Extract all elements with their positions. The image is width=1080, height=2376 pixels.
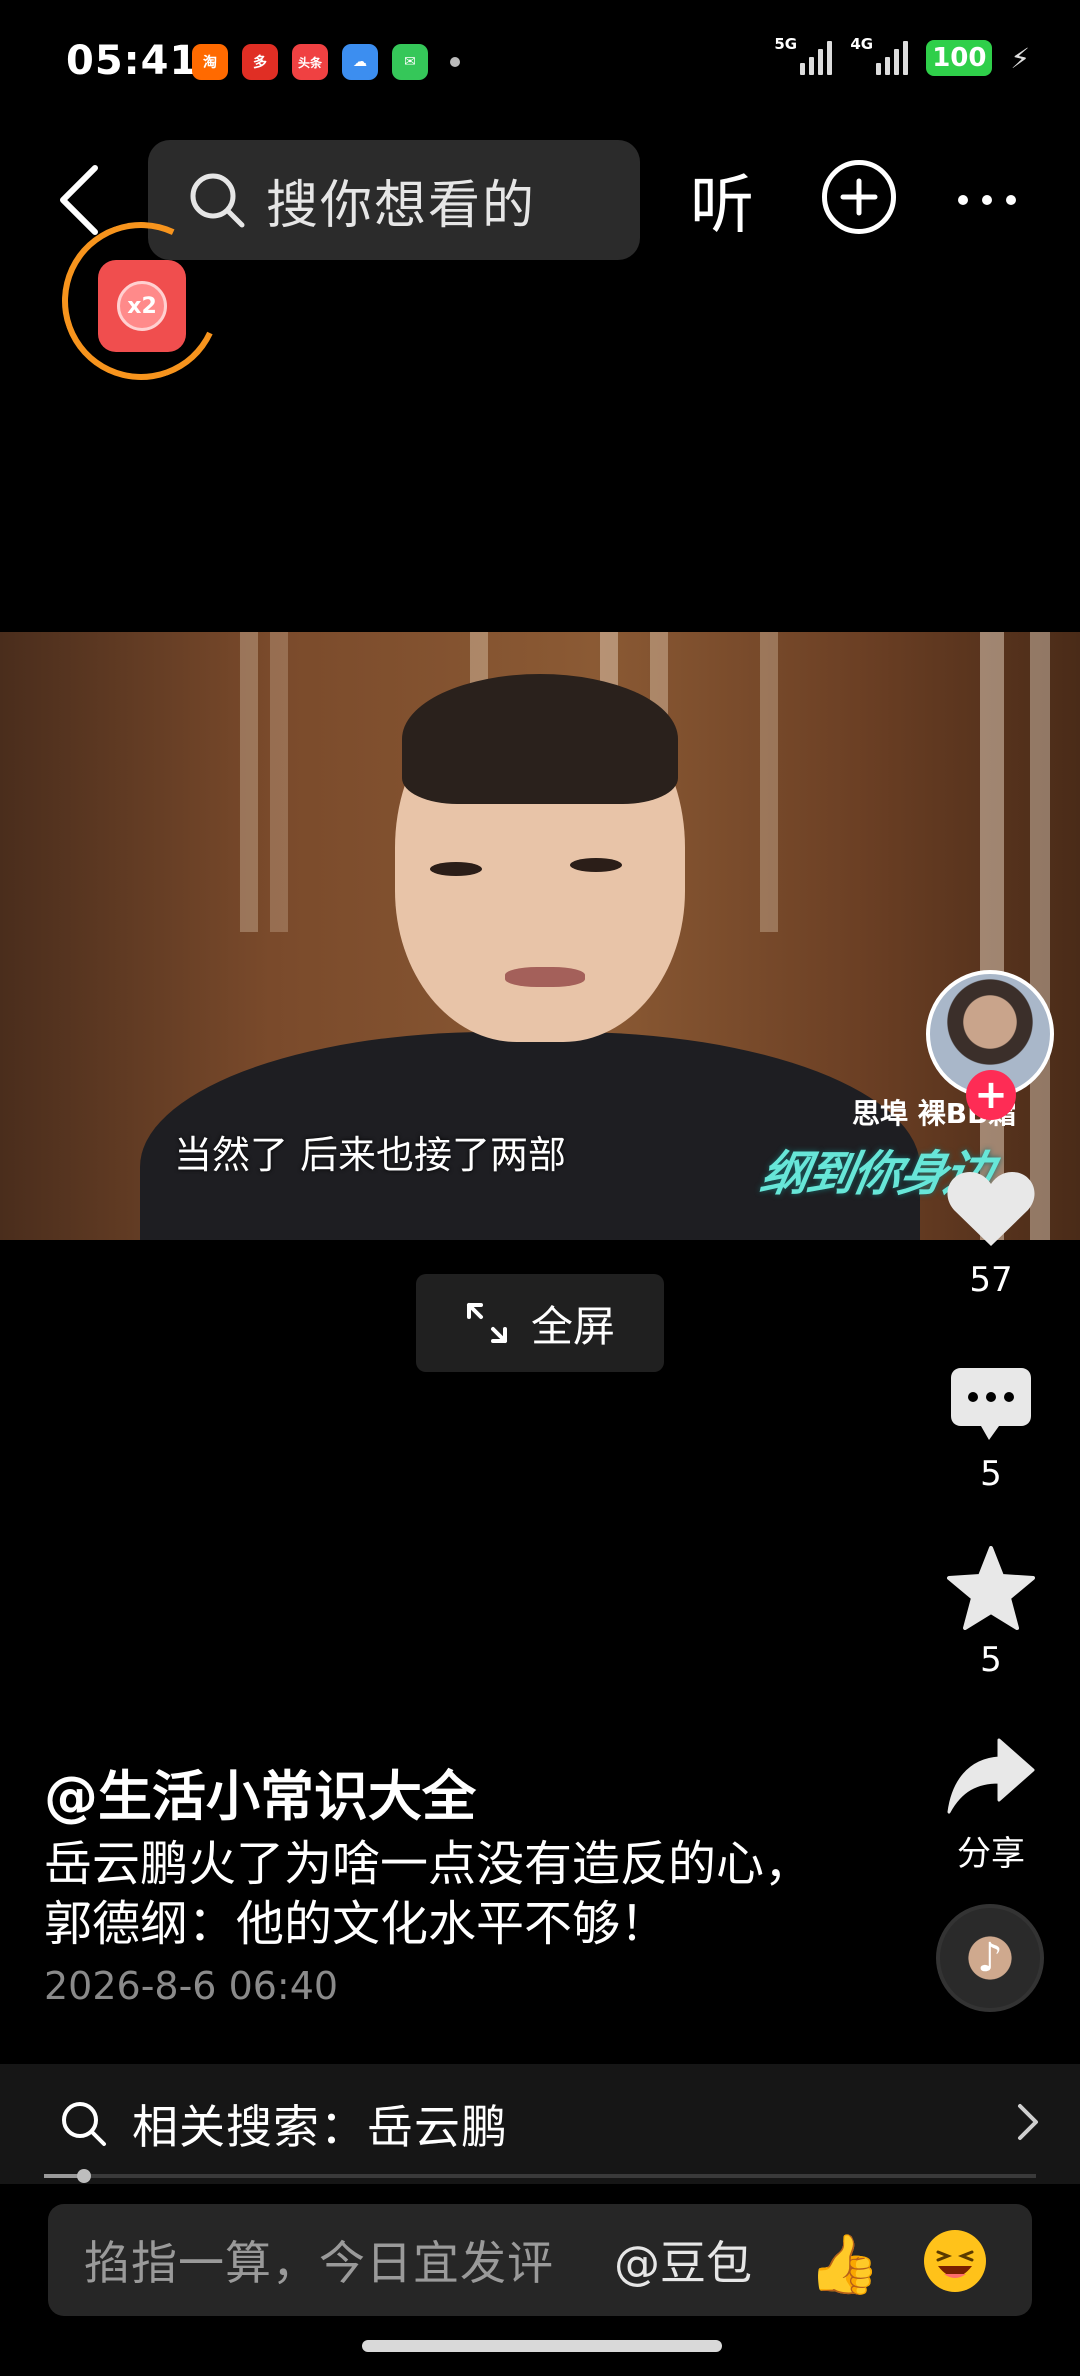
- thumbs-up-emoji-button[interactable]: 👍: [808, 2230, 880, 2299]
- search-input[interactable]: 搜你想看的: [148, 140, 640, 260]
- video-description: 岳云鹏火了为啥一点没有造反的心，郭德纲：他的文化水平不够！: [44, 1836, 813, 1952]
- laugh-emoji-icon: [925, 2231, 985, 2291]
- fullscreen-button[interactable]: 全屏: [416, 1274, 664, 1372]
- video-progress-bar[interactable]: [44, 2169, 1036, 2183]
- home-indicator[interactable]: [362, 2340, 722, 2352]
- video-subtitle: 当然了 后来也接了两部: [173, 1133, 567, 1177]
- comment-button[interactable]: 5: [926, 1366, 1056, 1494]
- laugh-emoji-button[interactable]: [924, 2230, 986, 2292]
- author-avatar-group[interactable]: +: [926, 970, 1054, 1120]
- search-placeholder: 搜你想看的: [266, 175, 537, 236]
- signal-4g-label: 4G: [850, 35, 874, 53]
- more-options-button[interactable]: [958, 170, 1068, 230]
- signal-4g-icon: 4G: [850, 35, 909, 75]
- notification-icons: 淘 多 头条 ☁ ✉: [192, 44, 460, 80]
- like-button[interactable]: 57: [926, 1170, 1056, 1300]
- status-right: 5G 4G 100 ⚡: [774, 35, 1030, 76]
- charging-icon: ⚡: [1010, 41, 1030, 75]
- pinduoduo-icon: 多: [242, 44, 278, 80]
- signal-5g-icon: 5G: [774, 35, 833, 75]
- dot-icon: [958, 195, 968, 205]
- related-search-text: 相关搜索：岳云鹏: [132, 2100, 508, 2154]
- comment-placeholder: 掐指一算，今日宜发评: [84, 2236, 554, 2290]
- chevron-right-icon: [1018, 2104, 1038, 2140]
- favorite-count: 5: [980, 1640, 1002, 1680]
- listen-button[interactable]: 听: [690, 154, 754, 246]
- music-note-icon: ♪: [977, 1935, 1003, 1981]
- status-bar: 05:41 淘 多 头条 ☁ ✉ 5G 4G 100 ⚡: [0, 0, 1080, 120]
- share-arrow-icon: [947, 1738, 1035, 1814]
- multiplier-badge: x2: [117, 281, 167, 331]
- share-label: 分享: [957, 1834, 1025, 1874]
- toutiao-icon: 头条: [292, 44, 328, 80]
- post-timestamp: 2026-8-6 06:40: [44, 1964, 339, 2008]
- comment-input[interactable]: 掐指一算，今日宜发评 @豆包 👍: [48, 2204, 1032, 2316]
- back-arrow-icon: [60, 165, 98, 235]
- expand-icon: [466, 1303, 507, 1343]
- fullscreen-label: 全屏: [530, 1301, 615, 1351]
- more-notifications-icon: [450, 57, 460, 67]
- dot-icon: [1006, 195, 1016, 205]
- star-icon: [947, 1546, 1035, 1630]
- mention-doubao-button[interactable]: @豆包: [614, 2227, 752, 2293]
- status-time: 05:41: [66, 38, 199, 84]
- add-button[interactable]: [822, 160, 896, 234]
- taobao-icon: 淘: [192, 44, 228, 80]
- follow-button[interactable]: +: [966, 1070, 1016, 1120]
- red-envelope-icon: x2: [98, 260, 186, 352]
- back-button[interactable]: [44, 160, 114, 240]
- music-disc[interactable]: ♪: [936, 1904, 1044, 2012]
- related-search-bar[interactable]: 相关搜索：岳云鹏: [0, 2064, 1080, 2184]
- plus-icon: [840, 178, 878, 216]
- messages-icon: ✉: [392, 44, 428, 80]
- red-packet-reward[interactable]: x2: [39, 199, 243, 403]
- like-count: 57: [969, 1260, 1013, 1300]
- comment-icon: [951, 1368, 1031, 1440]
- search-icon: [190, 173, 245, 228]
- video-player[interactable]: 思埠 裸BB霜 纲到你身边 当然了 后来也接了两部: [0, 632, 1080, 1240]
- progress-knob[interactable]: [76, 2169, 91, 2183]
- dot-icon: [982, 195, 992, 205]
- signal-5g-label: 5G: [774, 35, 798, 53]
- heart-icon: [947, 1172, 1035, 1246]
- share-button[interactable]: 分享: [926, 1736, 1056, 1875]
- favorite-button[interactable]: 5: [926, 1546, 1056, 1680]
- battery-icon: 100: [926, 40, 993, 76]
- author-name[interactable]: @生活小常识大全: [44, 1752, 476, 1831]
- comment-count: 5: [980, 1454, 1002, 1494]
- weather-icon: ☁: [342, 44, 378, 80]
- search-icon: [62, 2102, 106, 2146]
